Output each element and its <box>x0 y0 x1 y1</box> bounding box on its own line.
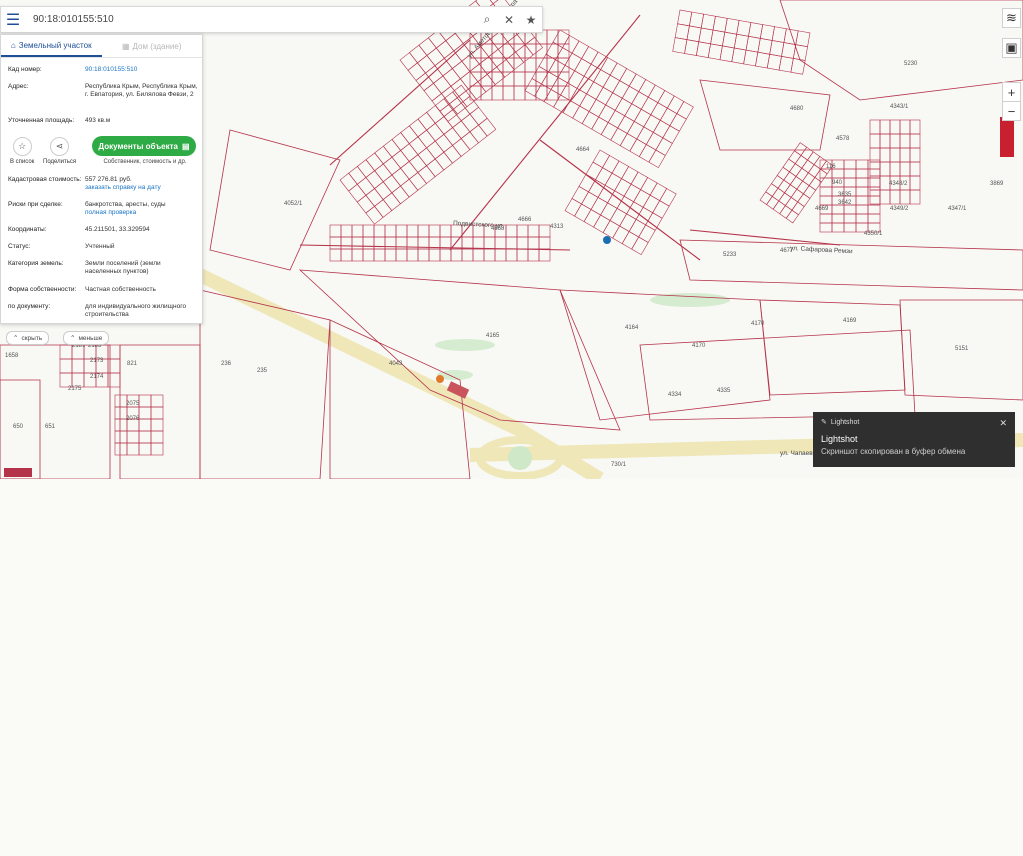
parcel-label: 821 <box>127 361 138 367</box>
documents-button[interactable]: Документы объекта ▤ <box>92 136 196 156</box>
parcel-label: 2075 <box>126 401 140 407</box>
parcel-label: 1658 <box>5 353 19 359</box>
documents-subtitle: Собственник, стоимость и др. <box>103 159 187 165</box>
parcel-label: 4164 <box>625 325 639 331</box>
parcel-label: 3869 <box>990 181 1004 187</box>
field-cad-number: Кад номер: 90:18:010155:510 <box>8 66 138 73</box>
parcel-label: 4343/1 <box>890 104 909 110</box>
parcel-label: 4313 <box>550 224 564 230</box>
parcel-label: 2174 <box>90 374 104 380</box>
parcel-label: 5233 <box>723 252 737 258</box>
parcel-label: 4348/2 <box>889 181 908 187</box>
parcel-label: 730/1 <box>611 462 627 468</box>
document-icon: ▤ <box>182 141 190 151</box>
menu-icon[interactable]: ☰ <box>1 8 25 32</box>
less-button[interactable]: ⌃ меньше <box>63 331 110 345</box>
field-coordinates: Координаты: 45.211501, 33.329594 <box>8 226 150 233</box>
close-icon[interactable]: ✕ <box>999 418 1007 429</box>
svg-text:ул. Чапаева: ул. Чапаева <box>780 450 817 457</box>
field-purpose: по документу: для индивидуального жилищн… <box>8 303 187 318</box>
parcel-label: 2175 <box>68 386 82 392</box>
full-check-link[interactable]: полная проверка <box>85 209 198 217</box>
share-button[interactable]: ⋖ Поделиться <box>43 137 76 165</box>
parcel-label: 2076 <box>126 416 140 422</box>
star-icon[interactable]: ★ <box>520 8 542 32</box>
parcel-label: 651 <box>45 424 56 430</box>
parcel-label: 4169 <box>843 318 857 324</box>
parcel-label: 4170 <box>692 343 706 349</box>
chevron-up-icon: ⌃ <box>13 335 19 342</box>
search-icon[interactable]: ⌕ <box>476 8 498 32</box>
order-certificate-link[interactable]: заказать справку на дату <box>85 184 198 192</box>
parcel-label: 4335 <box>717 388 731 394</box>
feather-icon: ✎ <box>821 419 827 426</box>
star-outline-icon: ☆ <box>12 137 32 156</box>
parcel-label: 4334 <box>668 392 682 398</box>
parcel-label: 5151 <box>955 346 969 352</box>
field-land-category: Категория земель: Земли поселений (земли… <box>8 260 161 275</box>
parcel-label: 4666 <box>518 217 532 223</box>
lightshot-notification: 36752 ✎Lightshot ✕ Lightshot Скриншот ск… <box>813 412 1015 467</box>
parcel-label: 940 <box>832 180 843 186</box>
parcel-label: 4165 <box>486 333 500 339</box>
field-cad-value: Кадастровая стоимость: 557 276.81 руб. за… <box>8 176 198 192</box>
parcel-label: 4669 <box>815 206 829 212</box>
chevron-up-icon: ⌃ <box>70 335 76 342</box>
search-bar: ☰ 90:18:010155:510 ⌕ ✕ ★ <box>0 6 543 33</box>
field-ownership: Форма собственности: Частная собственнос… <box>8 286 156 293</box>
tab-land-parcel[interactable]: ⌂ Земельный участок <box>1 35 102 57</box>
share-icon: ⋖ <box>50 137 70 156</box>
parcel-label: 4170 <box>751 321 765 327</box>
parcel-label: 3642 <box>838 200 852 206</box>
parcel-label: 4349/2 <box>890 206 909 212</box>
parcel-label: 4350/1 <box>864 231 883 237</box>
parcel-label: 650 <box>13 424 24 430</box>
building-icon: ▦ <box>121 41 130 51</box>
field-risks: Риски при сделке: банкротства, аресты, с… <box>8 201 198 217</box>
parcel-label: 3635 <box>838 192 852 198</box>
clear-icon[interactable]: ✕ <box>498 8 520 32</box>
field-area: Уточненная площадь: 493 кв.м <box>8 117 111 124</box>
parcel-label: 5230 <box>904 61 918 67</box>
field-address: Адрес: Республика Крым, Республика Крым,… <box>8 83 198 98</box>
parcel-label: 4680 <box>790 106 804 112</box>
field-status: Статус: Учтенный <box>8 243 115 250</box>
zoom-out-button[interactable]: − <box>1002 101 1021 121</box>
parcel-label: 4043 <box>389 361 403 367</box>
tab-building[interactable]: ▦ Дом (здание) <box>102 35 203 57</box>
zoom-in-button[interactable]: + <box>1002 82 1021 102</box>
save-to-list-button[interactable]: ☆ В список <box>10 137 34 165</box>
parcel-label: 4664 <box>576 147 590 153</box>
layers-icon[interactable]: ≋ <box>1002 8 1021 28</box>
parcel-label: 4347/1 <box>948 206 967 212</box>
fullscreen-icon[interactable]: ▣ <box>1002 38 1021 58</box>
parcel-label: 4578 <box>836 136 850 142</box>
parcel-label: 236 <box>221 361 232 367</box>
search-input[interactable]: 90:18:010155:510 <box>25 7 476 32</box>
parcel-label: 4052/1 <box>284 201 303 207</box>
parcel-label: 2173 <box>90 358 104 364</box>
parcel-label: 235 <box>257 368 268 374</box>
parcel-info-panel: ⌂ Земельный участок ▦ Дом (здание) Кад н… <box>0 34 203 324</box>
pin-icon: ⌂ <box>10 40 16 50</box>
parcel-label: 116 <box>826 164 836 170</box>
hide-panel-button[interactable]: ⌃ скрыть <box>6 331 50 345</box>
